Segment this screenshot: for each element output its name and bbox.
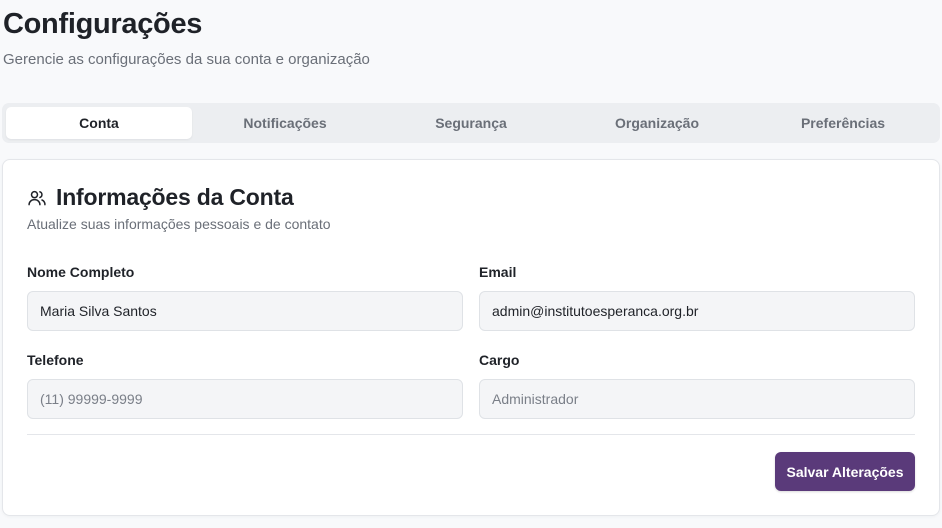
phone-label: Telefone xyxy=(27,352,84,368)
role-field-group: Cargo xyxy=(479,352,915,419)
page-title: Configurações xyxy=(3,8,203,40)
tab-organizacao[interactable]: Organização xyxy=(564,107,750,139)
tab-preferencias[interactable]: Preferências xyxy=(750,107,936,139)
card-title: Informações da Conta xyxy=(56,184,294,210)
name-label: Nome Completo xyxy=(27,264,135,280)
settings-tabs: Conta Notificações Segurança Organização… xyxy=(2,103,940,143)
phone-input[interactable] xyxy=(27,379,463,419)
page-subtitle: Gerencie as configurações da sua conta e… xyxy=(3,51,370,68)
account-info-card: Informações da Conta Atualize suas infor… xyxy=(2,159,940,516)
email-field-group: Email xyxy=(479,264,915,331)
tab-notificacoes[interactable]: Notificações xyxy=(192,107,378,139)
name-field-group: Nome Completo xyxy=(27,264,463,331)
users-icon xyxy=(28,190,46,205)
save-button[interactable]: Salvar Alterações xyxy=(775,452,915,491)
phone-field-group: Telefone xyxy=(27,352,463,419)
role-input[interactable] xyxy=(479,379,915,419)
tab-seguranca[interactable]: Segurança xyxy=(378,107,564,139)
name-input[interactable] xyxy=(27,291,463,331)
role-label: Cargo xyxy=(479,352,520,368)
card-header: Informações da Conta xyxy=(27,184,294,211)
card-description: Atualize suas informações pessoais e de … xyxy=(27,216,331,232)
tab-conta[interactable]: Conta xyxy=(6,107,192,139)
email-input[interactable] xyxy=(479,291,915,331)
email-label: Email xyxy=(479,264,517,280)
divider xyxy=(27,434,915,435)
